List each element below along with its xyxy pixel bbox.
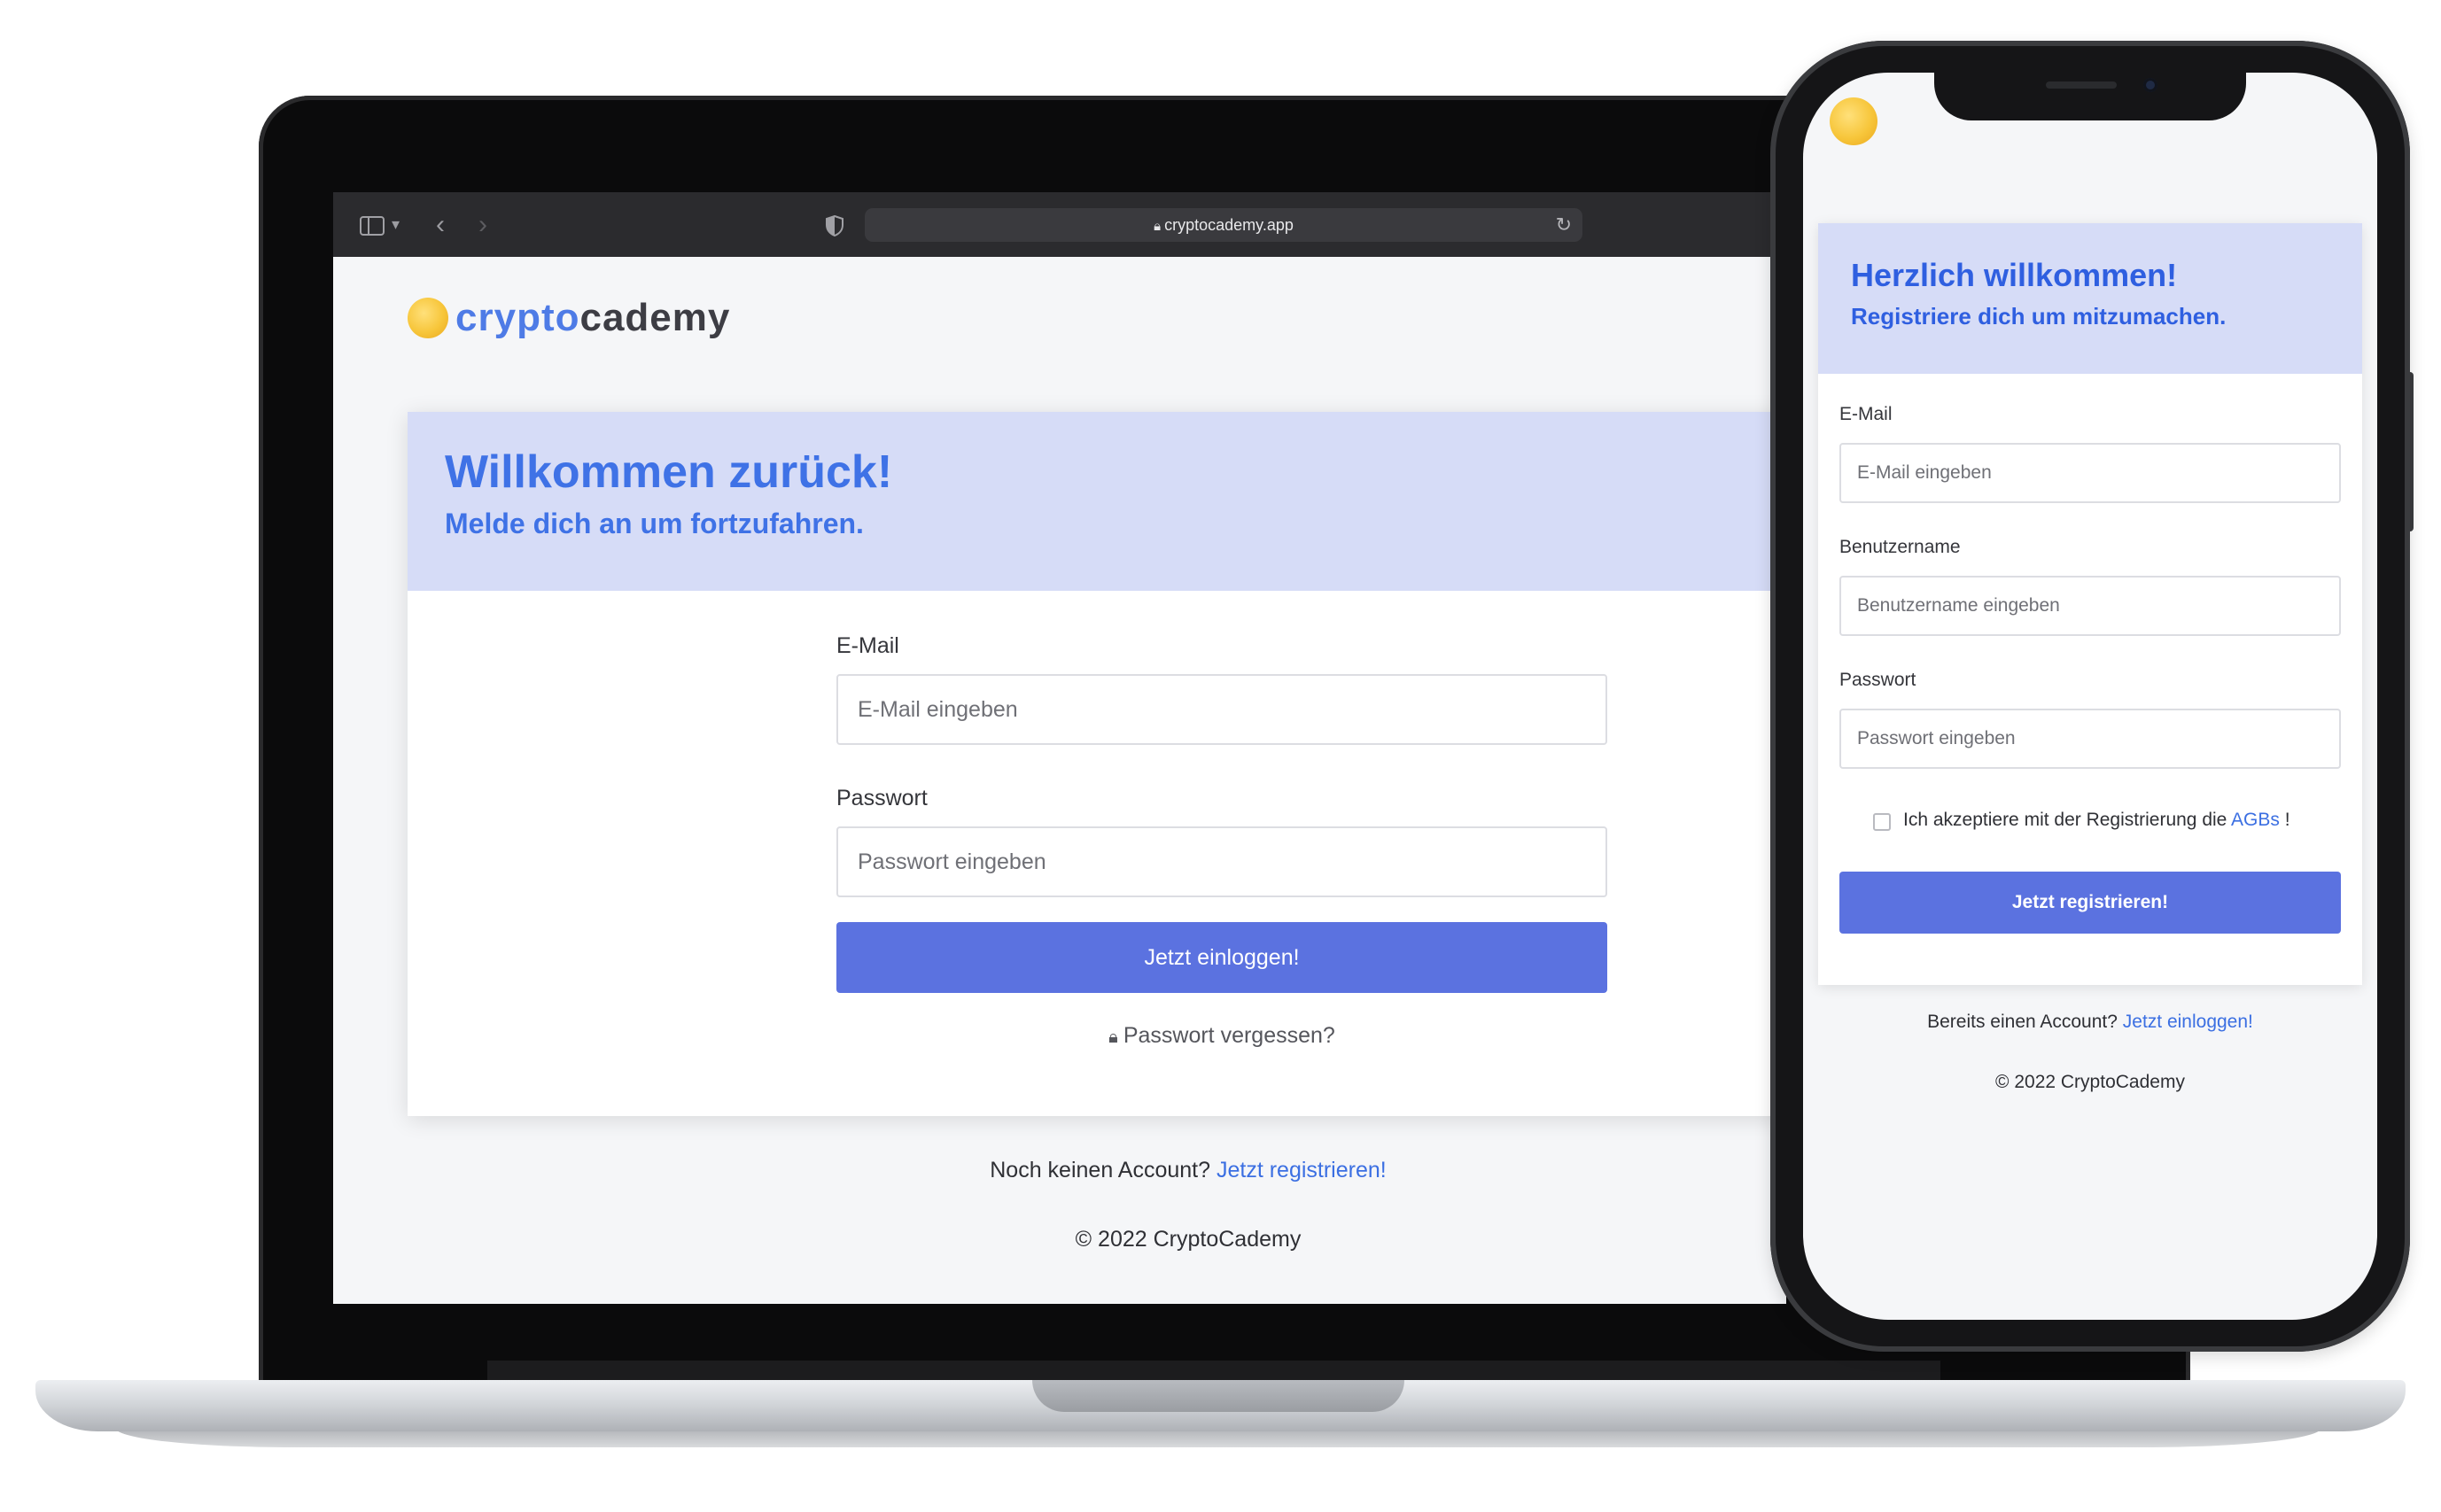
register-prompt-text: Noch keinen Account? (990, 1158, 1211, 1182)
login-banner: Willkommen zurück! Melde dich an um fort… (408, 412, 1786, 591)
email-field[interactable] (836, 674, 1607, 745)
shield-icon[interactable] (826, 192, 843, 257)
forgot-password-link[interactable]: 🔒︎ Passwort vergessen? (836, 1023, 1607, 1049)
login-link[interactable]: Jetzt einloggen! (2123, 1012, 2253, 1032)
password-label: Passwort (1839, 670, 1916, 690)
coin-icon (408, 298, 448, 338)
email-field[interactable] (1839, 443, 2341, 503)
laptop-screen: ▾ ‹ › 🔒︎ cryptocademy.app ↻ cryptocademy … (333, 192, 1786, 1304)
agb-checkbox[interactable] (1873, 813, 1891, 831)
login-card: Willkommen zurück! Melde dich an um fort… (408, 412, 1786, 1116)
login-prompt-text: Bereits einen Account? (1927, 1012, 2118, 1032)
phone-speaker (2046, 81, 2117, 89)
brand-logo[interactable] (1830, 97, 1877, 145)
phone-screen: Herzlich willkommen! Registriere dich um… (1803, 73, 2377, 1320)
login-prompt: Bereits einen Account? Jetzt einloggen! (1803, 1012, 2377, 1033)
register-button[interactable]: Jetzt registrieren! (1839, 872, 2341, 934)
lock-icon: 🔒︎ (1154, 219, 1162, 234)
address-bar[interactable]: 🔒︎ cryptocademy.app ↻ (865, 208, 1582, 242)
agb-link[interactable]: AGBs (2231, 810, 2280, 830)
agb-prefix: Ich akzeptiere mit der Registrierung die (1903, 810, 2227, 830)
page-subtitle: Registriere dich um mitzumachen. (1851, 303, 2227, 330)
register-link[interactable]: Jetzt registrieren! (1217, 1158, 1387, 1182)
password-field[interactable] (1839, 709, 2341, 769)
sidebar-toggle-icon[interactable] (360, 192, 385, 257)
register-prompt: Noch keinen Account? Jetzt registrieren! (333, 1158, 1786, 1183)
phone-notch (1934, 73, 2246, 120)
page-title: Willkommen zurück! (445, 446, 893, 498)
lock-icon: 🔒︎ (1108, 1027, 1118, 1047)
coin-icon (1830, 97, 1877, 145)
email-label: E-Mail (1839, 404, 1893, 424)
laptop-hinge (487, 1361, 1940, 1380)
register-card: Herzlich willkommen! Registriere dich um… (1818, 223, 2362, 985)
reload-icon[interactable]: ↻ (1556, 208, 1572, 242)
agb-label: Ich akzeptiere mit der Registrierung die… (1903, 810, 2290, 831)
page-title: Herzlich willkommen! (1851, 257, 2178, 293)
chevron-left-icon[interactable]: ‹ (436, 192, 445, 257)
laptop-trackpad-notch (1032, 1380, 1404, 1412)
login-button[interactable]: Jetzt einloggen! (836, 922, 1607, 993)
forgot-password-label: Passwort vergessen? (1123, 1023, 1335, 1048)
username-field[interactable] (1839, 576, 2341, 636)
register-banner: Herzlich willkommen! Registriere dich um… (1818, 223, 2362, 374)
phone-camera (2143, 78, 2157, 92)
chevron-right-icon[interactable]: › (478, 192, 487, 257)
browser-toolbar: ▾ ‹ › 🔒︎ cryptocademy.app ↻ (333, 192, 1786, 257)
copyright-footer: © 2022 CryptoCademy (1075, 1227, 1302, 1252)
password-label: Passwort (836, 786, 928, 810)
chevron-down-icon[interactable]: ▾ (392, 192, 400, 257)
copyright-footer: © 2022 CryptoCademy (1995, 1072, 2185, 1092)
logo-wordmark: cryptocademy (455, 296, 731, 339)
password-field[interactable] (836, 826, 1607, 897)
url-text: cryptocademy.app (1164, 216, 1294, 234)
email-label: E-Mail (836, 633, 899, 658)
brand-logo[interactable]: cryptocademy (408, 291, 780, 345)
username-label: Benutzername (1839, 537, 1961, 557)
page-subtitle: Melde dich an um fortzufahren. (445, 508, 864, 539)
agb-suffix: ! (2284, 810, 2290, 830)
